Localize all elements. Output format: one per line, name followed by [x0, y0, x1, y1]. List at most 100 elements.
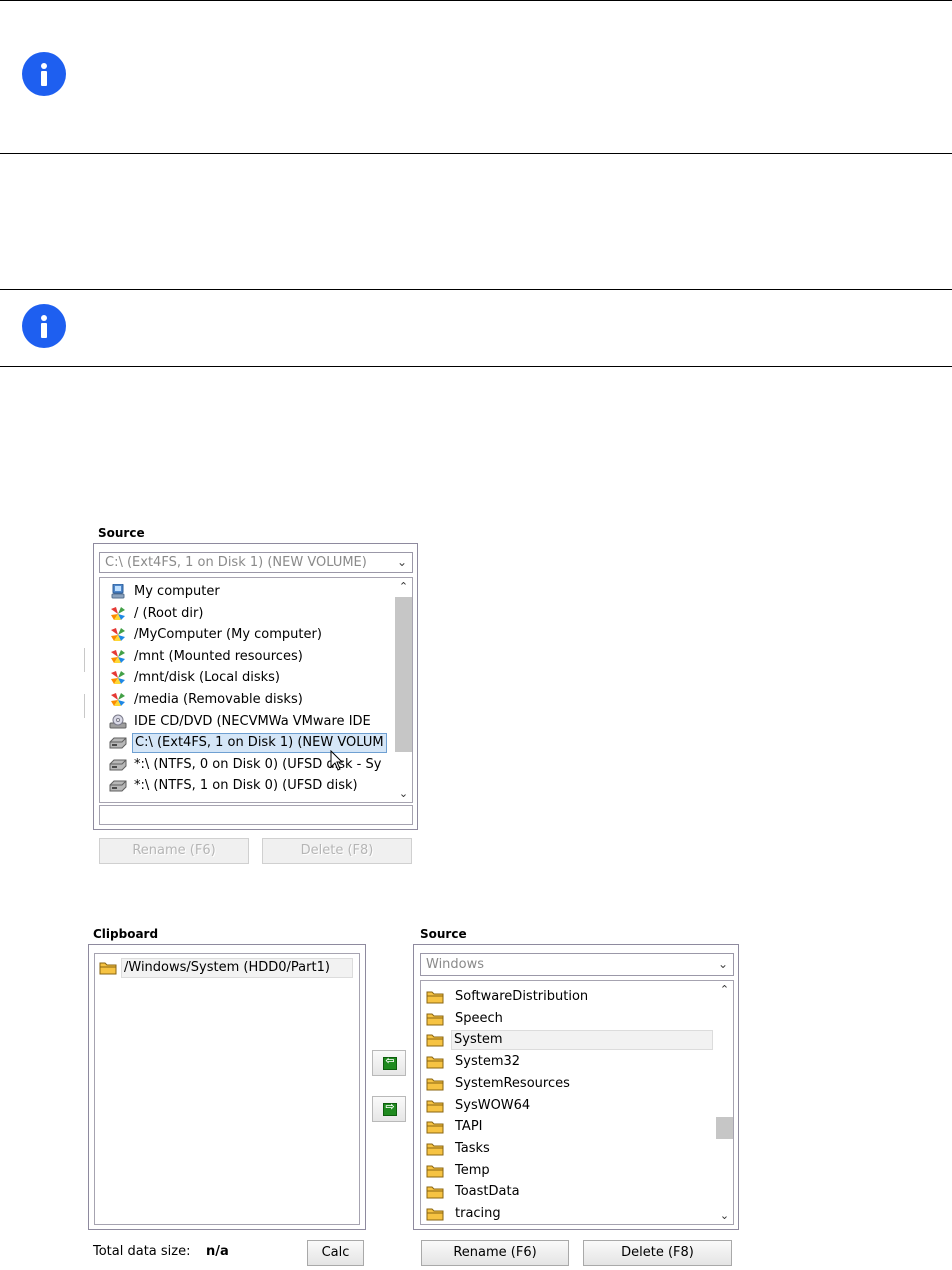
folder-colorful-icon	[109, 670, 127, 685]
list-item[interactable]: Speech	[421, 1008, 716, 1029]
list-item-label: Speech	[455, 1010, 503, 1026]
list-item[interactable]: SystemResources	[421, 1073, 716, 1094]
list-item-label: Tasks	[455, 1140, 490, 1156]
chevron-down-icon[interactable]: ⌄	[718, 954, 728, 975]
note-top-rule	[0, 0, 952, 1]
move-to-clipboard-button[interactable]: ⇦	[372, 1050, 406, 1076]
list-item[interactable]: IDE CD/DVD (NECVMWa VMware IDE	[100, 711, 395, 732]
clipboard-panel: /Windows/System (HDD0/Part1)	[88, 944, 366, 1230]
folder-icon	[426, 1206, 444, 1221]
list-item[interactable]: System32	[421, 1051, 716, 1072]
list-item-label: My computer	[134, 584, 220, 599]
move-to-source-button[interactable]: ⇨	[372, 1096, 406, 1122]
list-item-label: ToastData	[455, 1184, 520, 1200]
list-item-label: TAPI	[455, 1119, 483, 1135]
hard-disk-icon	[109, 757, 127, 772]
bottom-source-combo[interactable]: Windows ⌄	[420, 953, 734, 976]
arrow-left-icon: ⇦	[383, 1054, 397, 1070]
list-item[interactable]: /media (Removable disks)	[100, 689, 395, 710]
list-item[interactable]: *:\ (NTFS, 1 on Disk 0) (UFSD disk)	[100, 775, 395, 796]
chevron-down-icon[interactable]: ⌄	[397, 553, 407, 572]
scroll-up-icon[interactable]: ⌃	[395, 578, 412, 595]
bottom-source-list[interactable]: tracing ToastData Temp Tasks TAPI SysWOW64 Sys…	[420, 980, 734, 1225]
scroll-thumb[interactable]	[395, 597, 412, 752]
scroll-down-icon[interactable]: ⌄	[716, 1207, 733, 1224]
hard-disk-icon	[109, 735, 127, 750]
top-source-status-strip	[99, 805, 413, 825]
top-source-combo[interactable]: C:\ (Ext4FS, 1 on Disk 1) (NEW VOLUME) ⌄	[99, 552, 413, 573]
list-item[interactable]: /Windows/System (HDD0/Part1)	[95, 957, 357, 978]
folder-icon	[426, 1184, 444, 1199]
top-source-scrollbar[interactable]: ⌃ ⌄	[395, 578, 412, 802]
list-item-label: /mnt/disk (Local disks)	[134, 670, 280, 686]
folder-colorful-icon	[109, 692, 127, 707]
list-item-label: / (Root dir)	[134, 605, 204, 621]
list-item[interactable]: *:\ (NTFS, 0 on Disk 0) (UFSD disk - Sy	[100, 754, 395, 775]
list-item[interactable]: /mnt (Mounted resources)	[100, 646, 395, 667]
total-size-value: n/a	[206, 1244, 229, 1259]
list-item[interactable]: ToastData	[421, 1181, 716, 1202]
folder-colorful-icon	[109, 649, 127, 664]
list-item-label: SysWOW64	[455, 1097, 531, 1113]
computer-icon	[109, 583, 127, 599]
hard-disk-icon	[109, 778, 127, 793]
folder-colorful-icon	[109, 606, 127, 621]
delete-button[interactable]: Delete (F8)	[262, 838, 412, 864]
folder-icon	[426, 989, 444, 1004]
list-item[interactable]: tracing	[421, 1203, 716, 1224]
folder-icon	[426, 1076, 444, 1091]
scroll-thumb[interactable]	[716, 1117, 733, 1139]
list-item[interactable]: /mnt/disk (Local disks)	[100, 667, 395, 688]
arrow-right-icon: ⇨	[383, 1100, 397, 1116]
bottom-source-combo-value: Windows	[426, 957, 485, 972]
folder-icon	[426, 1119, 444, 1134]
list-item-label: *:\ (NTFS, 0 on Disk 0) (UFSD disk - Sy	[134, 756, 382, 772]
folder-icon	[426, 1054, 444, 1069]
clipboard-list[interactable]: /Windows/System (HDD0/Part1)	[94, 953, 360, 1225]
note-top-rule	[0, 289, 952, 290]
top-source-list[interactable]: *:\ (NTFS, 1 on Disk 0) (UFSD disk) *:\ (…	[99, 577, 413, 803]
list-item[interactable]: C:\ (Ext4FS, 1 on Disk 1) (NEW VOLUM	[100, 732, 395, 754]
list-item[interactable]: My computer	[100, 581, 395, 602]
list-item[interactable]: /MyComputer (My computer)	[100, 624, 395, 645]
splitter-handle[interactable]	[84, 648, 85, 672]
splitter-handle[interactable]	[84, 694, 85, 718]
list-item[interactable]: System	[421, 1029, 716, 1051]
clipboard-label: Clipboard	[93, 927, 159, 941]
list-item-label: SoftwareDistribution	[455, 989, 589, 1004]
list-item-label: System	[451, 1030, 713, 1051]
list-item-label: /Windows/System (HDD0/Part1)	[121, 958, 353, 978]
list-item-label: /mnt (Mounted resources)	[134, 648, 303, 664]
calc-button[interactable]: Calc	[307, 1240, 364, 1266]
list-item[interactable]: Temp	[421, 1160, 716, 1181]
list-item[interactable]: SysWOW64	[421, 1095, 716, 1116]
rename-button[interactable]: Rename (F6)	[99, 838, 249, 864]
folder-icon	[426, 1032, 444, 1047]
top-source-label: Source	[98, 526, 145, 540]
top-source-combo-value: C:\ (Ext4FS, 1 on Disk 1) (NEW VOLUME)	[105, 555, 367, 570]
mouse-cursor-icon	[330, 750, 344, 771]
total-size-label: Total data size:	[93, 1244, 191, 1259]
list-item[interactable]: Tasks	[421, 1138, 716, 1159]
note-bottom-rule	[0, 366, 952, 367]
delete-button[interactable]: Delete (F8)	[583, 1240, 732, 1266]
scroll-up-icon[interactable]: ⌃	[716, 981, 733, 998]
bottom-source-panel: Windows ⌄ tracing ToastData Temp Tasks TAPI S…	[413, 944, 739, 1230]
list-item-label: SystemResources	[455, 1075, 570, 1091]
bottom-source-scrollbar[interactable]: ⌃ ⌄	[716, 981, 733, 1224]
folder-icon	[426, 1098, 444, 1113]
list-item[interactable]: TAPI	[421, 1116, 716, 1137]
list-item-label: /MyComputer (My computer)	[134, 627, 322, 643]
rename-button[interactable]: Rename (F6)	[421, 1240, 569, 1266]
scroll-down-icon[interactable]: ⌄	[395, 785, 412, 802]
note-bottom-rule	[0, 153, 952, 154]
info-icon	[22, 52, 66, 96]
folder-icon	[426, 1163, 444, 1178]
bottom-source-label: Source	[420, 927, 467, 941]
folder-icon	[99, 960, 117, 975]
list-item-label: tracing	[455, 1206, 501, 1221]
info-icon	[22, 304, 66, 348]
folder-colorful-icon	[109, 627, 127, 642]
list-item[interactable]: / (Root dir)	[100, 603, 395, 624]
list-item[interactable]: SoftwareDistribution	[421, 986, 716, 1007]
